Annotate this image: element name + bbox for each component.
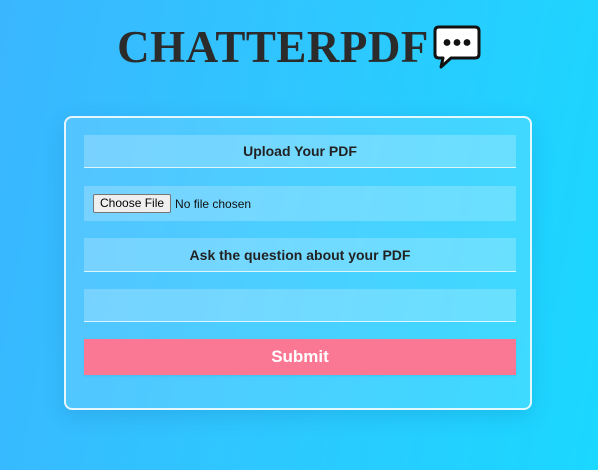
question-heading: Ask the question about your PDF (84, 238, 516, 272)
file-input-row: Choose File No file chosen (84, 186, 516, 221)
question-input[interactable] (84, 289, 516, 321)
app-header: CHATTERPDF (0, 24, 598, 70)
submit-button[interactable]: Submit (84, 339, 516, 375)
question-input-row (84, 289, 516, 322)
choose-file-button[interactable]: Choose File (93, 194, 172, 213)
question-heading-text: Ask the question about your PDF (189, 246, 411, 263)
upload-heading: Upload Your PDF (84, 135, 516, 168)
upload-form-card: Upload Your PDF Choose File No file chos… (64, 116, 532, 410)
upload-heading-text: Upload Your PDF (243, 143, 357, 159)
file-status-text: No file chosen (175, 196, 252, 211)
app-title: CHATTERPDF (117, 22, 429, 72)
chat-bubble-icon (433, 24, 481, 70)
